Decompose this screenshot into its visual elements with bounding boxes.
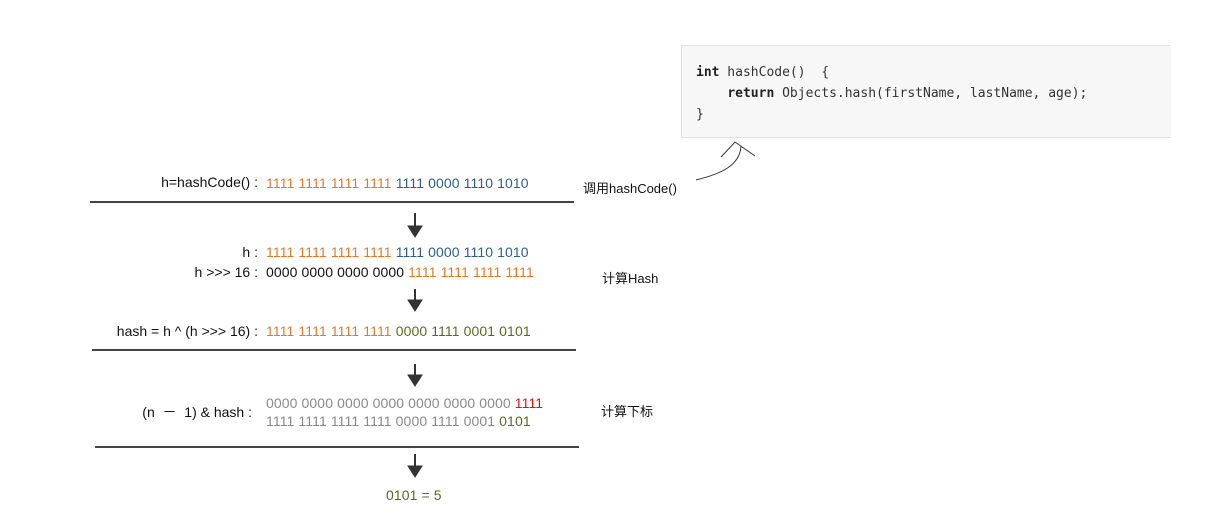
h-bits: 1111 1111 1111 1111 1111 0000 1110 1010 (266, 244, 529, 260)
call-hashcode-note: 调用hashCode() (583, 181, 677, 196)
h-shift-bits-high: 0000 0000 0000 0000 (266, 264, 405, 280)
divider-1 (90, 201, 574, 203)
index-result: 0101 = 5 (386, 487, 442, 503)
hashcode-label: h=hashCode() : (161, 174, 258, 190)
h-shift-label: h >>> 16 : (194, 264, 258, 280)
hash-xor-bits: 1111 1111 1111 1111 0000 1111 0001 0101 (266, 323, 531, 339)
compute-hash-note: 计算Hash (602, 271, 659, 286)
hash-xor-bits-low: 0000 1111 0001 0101 (395, 323, 531, 339)
mask-bits: 0000 0000 0000 0000 0000 0000 0000 1111 (266, 395, 543, 411)
h-shift-bits-low: 1111 1111 1111 1111 (408, 264, 534, 280)
hash-bits-low: 0101 (499, 413, 531, 429)
hashcode-bits: 1111 1111 1111 1111 1111 0000 1110 1010 (266, 175, 529, 191)
down-arrow-icon-4 (407, 454, 423, 478)
hash-xor-label: hash = h ^ (h >>> 16) : (116, 323, 258, 339)
down-arrow-icon-1 (407, 213, 423, 238)
down-arrow-icon-2 (407, 289, 423, 312)
compute-index-note: 计算下标 (601, 404, 654, 419)
h-label: h : (242, 244, 258, 260)
down-arrow-icon-3 (407, 364, 423, 387)
hash-bits-high: 1111 1111 1111 1111 0000 1111 0001 (266, 413, 496, 429)
divider-3 (95, 446, 579, 448)
mask-bits-ones: 1111 (514, 395, 544, 411)
hashcode-bits-low: 1111 0000 1110 1010 (395, 175, 529, 191)
hashcode-bits-high: 1111 1111 1111 1111 (266, 175, 392, 191)
hash-xor-bits-high: 1111 1111 1111 1111 (266, 323, 392, 339)
h-shift-bits: 0000 0000 0000 0000 1111 1111 1111 1111 (266, 264, 534, 280)
index-and-label: (n － 1) & hash : (142, 404, 252, 420)
h-bits-high: 1111 1111 1111 1111 (266, 244, 392, 260)
mask-bits-zero: 0000 0000 0000 0000 0000 0000 0000 (266, 395, 511, 411)
hand-drawn-arrowhead-icon (720, 141, 756, 158)
hand-drawn-arrow-icon (695, 145, 742, 181)
h-bits-low: 1111 0000 1110 1010 (395, 244, 529, 260)
divider-2 (92, 349, 576, 351)
hash-bits: 1111 1111 1111 1111 0000 1111 0001 0101 (266, 413, 531, 429)
